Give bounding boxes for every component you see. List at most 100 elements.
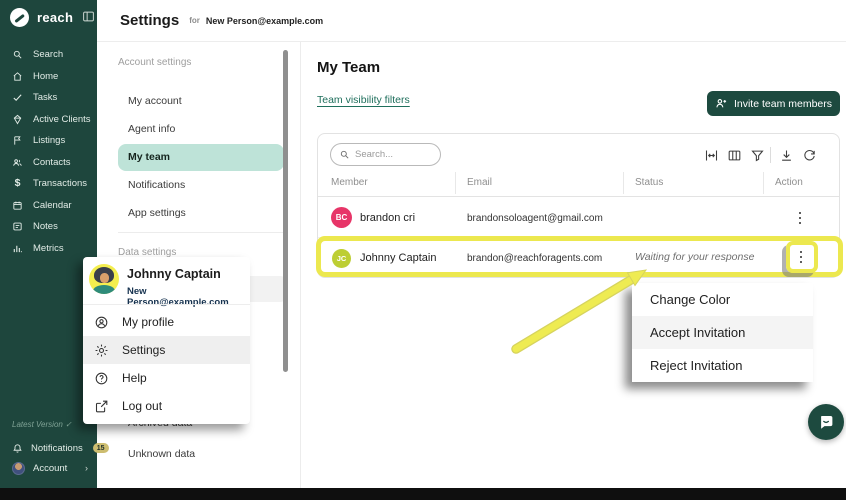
invite-team-members-button[interactable]: Invite team members xyxy=(707,91,840,116)
settings-nav-my-team-active[interactable]: My team xyxy=(118,144,284,171)
brand-name: reach xyxy=(37,10,73,25)
settings-nav-my-account[interactable]: My account xyxy=(128,95,182,107)
menu-item-help[interactable]: Help xyxy=(83,364,250,392)
sidebar-item-label: Listings xyxy=(33,135,65,146)
team-visibility-filters-link[interactable]: Team visibility filters xyxy=(317,94,410,106)
chat-widget-button[interactable] xyxy=(808,404,844,440)
sidebar-item-label: Notes xyxy=(33,221,58,232)
menu-item-label: Log out xyxy=(122,399,162,413)
member-name: Johnny Captain xyxy=(360,252,436,264)
settings-nav-scrollbar[interactable] xyxy=(283,50,288,372)
filter-icon[interactable] xyxy=(749,147,765,163)
profile-avatar xyxy=(89,264,119,294)
calendar-icon xyxy=(12,200,23,211)
menu-item-reject-invitation[interactable]: Reject Invitation xyxy=(632,349,813,382)
sidebar-item-account[interactable]: Account › xyxy=(0,458,97,478)
column-separator xyxy=(455,172,456,194)
home-icon xyxy=(12,71,23,82)
columns-icon[interactable] xyxy=(726,147,742,163)
member-email: brandonsoloagent@gmail.com xyxy=(467,213,603,224)
sidebar-item-calendar[interactable]: Calendar xyxy=(0,195,97,217)
sidebar-item-search[interactable]: Search xyxy=(0,44,97,66)
sidebar-item-notifications[interactable]: Notifications 15 xyxy=(0,438,97,458)
account-label: Account xyxy=(33,463,67,474)
brand-logo: reach xyxy=(10,8,73,27)
page-header: Settings for New Person@example.com xyxy=(97,0,846,42)
people-icon xyxy=(12,157,23,168)
sidebar-footer: Latest Version ✓ Notifications 15 Accoun… xyxy=(0,420,97,478)
profile-menu-divider xyxy=(83,304,250,305)
page-title-for: for xyxy=(189,16,200,25)
menu-item-change-color[interactable]: Change Color xyxy=(632,283,813,316)
member-email: brandon@reachforagents.com xyxy=(467,253,602,264)
sidebar-item-metrics[interactable]: Metrics xyxy=(0,238,97,260)
page-title-email: New Person@example.com xyxy=(206,16,323,26)
settings-nav-divider xyxy=(300,42,301,488)
fit-columns-icon[interactable] xyxy=(703,147,719,163)
settings-nav-agent-info[interactable]: Agent info xyxy=(128,123,175,135)
check-icon xyxy=(12,92,23,103)
sidebar-item-contacts[interactable]: Contacts xyxy=(0,152,97,174)
row-context-menu: Change Color Accept Invitation Reject In… xyxy=(632,283,813,382)
sidebar-nav: Search Home Tasks Active Clients Listing… xyxy=(0,44,97,259)
window-bottom-edge xyxy=(0,488,846,500)
sidebar-item-label: Home xyxy=(33,71,58,82)
notifications-label: Notifications xyxy=(31,443,83,454)
row-actions-kebab-icon[interactable] xyxy=(790,206,810,230)
menu-item-label: Settings xyxy=(122,343,165,357)
menu-item-accept-invitation[interactable]: Accept Invitation xyxy=(632,316,813,349)
bell-icon xyxy=(12,443,23,454)
sidebar-item-label: Active Clients xyxy=(33,114,91,125)
settings-nav-app-settings[interactable]: App settings xyxy=(128,207,186,219)
column-separator xyxy=(623,172,624,194)
menu-item-log-out[interactable]: Log out xyxy=(83,392,250,420)
sidebar-item-listings[interactable]: Listings xyxy=(0,130,97,152)
sidebar-collapse-icon[interactable] xyxy=(82,10,95,23)
sidebar-item-label: Metrics xyxy=(33,243,64,254)
sidebar-item-active-clients[interactable]: Active Clients xyxy=(0,109,97,131)
table-header-border xyxy=(318,196,839,197)
sidebar-item-label: Transactions xyxy=(33,178,87,189)
sidebar-item-home[interactable]: Home xyxy=(0,66,97,88)
menu-item-my-profile[interactable]: My profile xyxy=(83,308,250,336)
profile-name: Johnny Captain xyxy=(127,267,221,281)
column-header-email[interactable]: Email xyxy=(467,177,492,188)
bar-chart-icon xyxy=(12,243,23,254)
member-status: Waiting for your response xyxy=(635,251,754,263)
person-icon xyxy=(94,315,109,330)
sidebar-item-tasks[interactable]: Tasks xyxy=(0,87,97,109)
profile-dropdown: Johnny Captain New Person@example.com My… xyxy=(83,257,250,424)
menu-item-label: Help xyxy=(122,371,147,385)
search-input[interactable] xyxy=(355,149,433,160)
settings-nav-unknown-data[interactable]: Unknown data xyxy=(128,448,195,460)
column-header-status[interactable]: Status xyxy=(635,177,663,188)
chat-bubble-icon xyxy=(817,413,835,431)
settings-nav-notifications[interactable]: Notifications xyxy=(128,179,185,191)
row-actions-kebab-icon[interactable] xyxy=(791,245,811,269)
reach-logo-icon xyxy=(10,8,29,27)
settings-nav-my-team-label: My team xyxy=(118,144,284,163)
page-title: Settings xyxy=(120,12,179,29)
menu-item-settings[interactable]: Settings xyxy=(83,336,250,364)
refresh-icon[interactable] xyxy=(801,147,817,163)
my-team-title: My Team xyxy=(317,59,380,76)
gear-icon xyxy=(94,343,109,358)
sidebar-item-label: Calendar xyxy=(33,200,72,211)
sidebar-item-notes[interactable]: Notes xyxy=(0,216,97,238)
search-icon xyxy=(12,49,23,60)
sidebar-item-label: Contacts xyxy=(33,157,71,168)
table-row-border xyxy=(318,237,839,238)
chevron-right-icon: › xyxy=(85,463,88,473)
column-header-action: Action xyxy=(775,177,803,188)
member-name: brandon cri xyxy=(360,212,415,224)
account-settings-section-title: Account settings xyxy=(118,57,191,68)
table-search xyxy=(330,143,441,166)
invite-button-label: Invite team members xyxy=(734,98,832,110)
menu-item-label: My profile xyxy=(122,315,174,329)
logout-icon xyxy=(94,399,109,414)
gem-icon xyxy=(12,114,23,125)
sidebar-item-transactions[interactable]: $ Transactions xyxy=(0,173,97,195)
column-header-member[interactable]: Member xyxy=(331,177,368,188)
sidebar-item-label: Search xyxy=(33,49,63,60)
download-icon[interactable] xyxy=(778,147,794,163)
